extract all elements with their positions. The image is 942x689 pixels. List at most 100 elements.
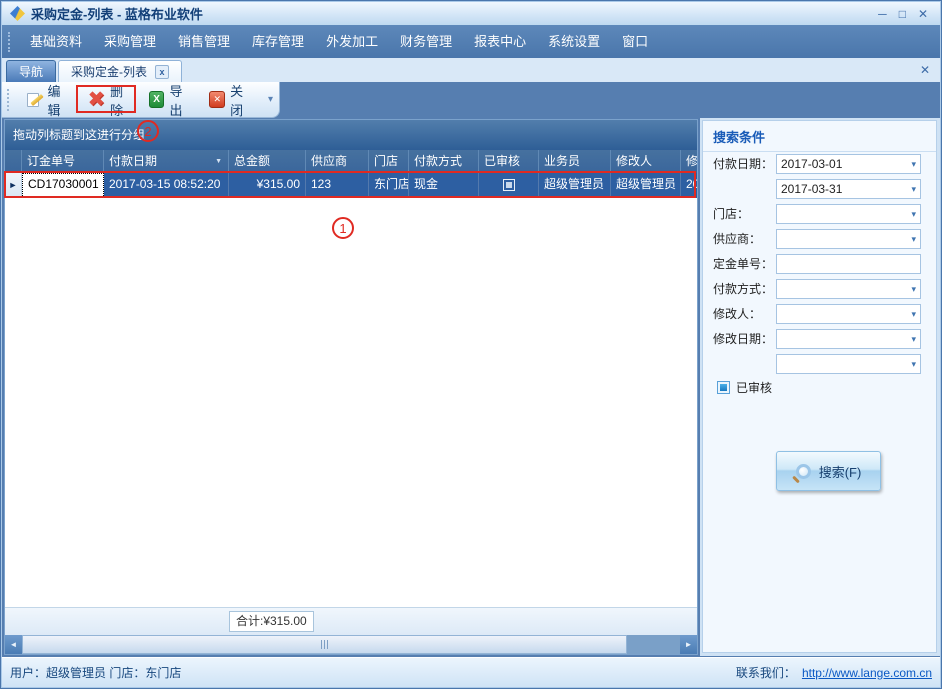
cell-deposit-no[interactable]: CD17030001	[22, 173, 104, 198]
tab-strip: 导航 采购定金-列表 x ✕	[2, 58, 940, 82]
header-indicator	[5, 150, 22, 173]
chevron-down-icon[interactable]: ▾	[911, 205, 916, 223]
contact-label: 联系我们：	[735, 666, 796, 680]
tab-navigation[interactable]: 导航	[6, 60, 56, 82]
audited-filter-checkbox[interactable]	[717, 381, 730, 394]
minimize-button[interactable]: ─	[878, 7, 887, 21]
close-button[interactable]: ✕	[918, 7, 928, 21]
main-area: 拖动列标题到这进行分组 订金单号 付款日期 ▼ 总金额 供应商 门店 付款方式 …	[2, 118, 940, 658]
cell-store[interactable]: 东门店	[369, 173, 409, 198]
title-bar: 采购定金-列表 - 蓝格布业软件 ─ □ ✕	[2, 2, 940, 25]
store-label: 门店：	[713, 207, 750, 221]
audited-filter[interactable]: 已审核	[717, 379, 772, 396]
pay-method-combo[interactable]: ▾	[776, 279, 921, 299]
row-indicator-icon: ►	[5, 173, 22, 198]
edit-button[interactable]: 编辑	[18, 84, 80, 118]
horizontal-scrollbar[interactable]: ◄ ►	[5, 635, 697, 654]
pay-date-to-value: 2017-03-31	[781, 182, 843, 196]
header-modifier[interactable]: 修改人	[611, 150, 681, 173]
modifier-combo[interactable]: ▾	[776, 304, 921, 324]
modify-date-from-combo[interactable]: ▾	[776, 329, 921, 349]
tab-close-icon[interactable]: x	[155, 64, 169, 79]
chevron-down-icon[interactable]: ▾	[911, 180, 916, 198]
chevron-down-icon[interactable]: ▾	[911, 280, 916, 298]
search-panel-inner: 搜索条件 付款日期： 2017-03-01 ▾ 2017-03-31 ▾ 门店：…	[702, 120, 937, 653]
pay-date-from-combo[interactable]: 2017-03-01 ▾	[776, 154, 921, 174]
menu-sales[interactable]: 销售管理	[167, 25, 241, 58]
website-link[interactable]: http://www.lange.com.cn	[802, 666, 932, 680]
toolbar-row: 编辑 ✖ 删除 X 导出 ✕ 关闭 ▾	[2, 82, 940, 118]
deposit-no-input[interactable]	[776, 254, 921, 274]
supplier-label: 供应商：	[713, 232, 762, 246]
tab-deposit-list[interactable]: 采购定金-列表 x	[58, 60, 182, 82]
header-store[interactable]: 门店	[369, 150, 409, 173]
chevron-down-icon[interactable]: ▾	[911, 230, 916, 248]
header-pay-method[interactable]: 付款方式	[409, 150, 479, 173]
cell-pay-method[interactable]: 现金	[409, 173, 479, 198]
menu-bar: 基础资料 采购管理 销售管理 库存管理 外发加工 财务管理 报表中心 系统设置 …	[2, 25, 940, 58]
cell-salesman[interactable]: 超级管理员	[539, 173, 611, 198]
store-combo[interactable]: ▾	[776, 204, 921, 224]
delete-button-label: 删除	[110, 83, 124, 118]
app-window: 采购定金-列表 - 蓝格布业软件 ─ □ ✕ 基础资料 采购管理 销售管理 库存…	[0, 0, 942, 689]
scroll-right-icon[interactable]: ►	[680, 635, 697, 654]
close-dropdown-caret-icon[interactable]: ▾	[262, 94, 279, 105]
status-user-store: 用户：超级管理员 门店：东门店	[10, 666, 182, 680]
menu-purchase[interactable]: 采购管理	[93, 25, 167, 58]
header-modify-date[interactable]: 修改日期	[681, 150, 697, 173]
supplier-combo[interactable]: ▾	[776, 229, 921, 249]
header-deposit-no[interactable]: 订金单号	[22, 150, 104, 173]
menu-window[interactable]: 窗口	[611, 25, 659, 58]
menu-reports[interactable]: 报表中心	[463, 25, 537, 58]
close-box-icon: ✕	[209, 91, 226, 108]
header-pay-date[interactable]: 付款日期 ▼	[104, 150, 229, 173]
close-tab-button[interactable]: ✕ 关闭	[201, 84, 262, 118]
chevron-down-icon[interactable]: ▾	[911, 355, 916, 373]
group-by-bar[interactable]: 拖动列标题到这进行分组	[5, 120, 697, 150]
delete-x-icon: ✖	[87, 87, 106, 111]
scrollbar-thumb[interactable]	[22, 635, 627, 654]
tabstrip-close-icon[interactable]: ✕	[920, 63, 930, 77]
toolbar-grip	[7, 88, 10, 111]
toolbar: 编辑 ✖ 删除 X 导出 ✕ 关闭 ▾	[2, 82, 280, 118]
status-bar: 用户：超级管理员 门店：东门店 联系我们： http://www.lange.c…	[2, 657, 940, 687]
chevron-down-icon[interactable]: ▾	[911, 330, 916, 348]
delete-button[interactable]: ✖ 删除	[79, 84, 140, 118]
menu-system[interactable]: 系统设置	[537, 25, 611, 58]
app-logo-icon	[10, 6, 25, 21]
sort-desc-icon: ▼	[215, 158, 222, 165]
menu-outsourcing[interactable]: 外发加工	[315, 25, 389, 58]
scroll-left-icon[interactable]: ◄	[5, 635, 22, 654]
deposit-grid-panel: 拖动列标题到这进行分组 订金单号 付款日期 ▼ 总金额 供应商 门店 付款方式 …	[4, 119, 698, 655]
audited-filter-label: 已审核	[736, 381, 773, 395]
modify-date-label: 修改日期：	[713, 332, 774, 346]
grid-header-row: 订金单号 付款日期 ▼ 总金额 供应商 门店 付款方式 已审核 业务员 修改人 …	[5, 150, 697, 173]
header-total[interactable]: 总金额	[229, 150, 306, 173]
menu-basic-data[interactable]: 基础资料	[19, 25, 93, 58]
search-button-label: 搜索(F)	[818, 464, 862, 480]
header-supplier[interactable]: 供应商	[306, 150, 369, 173]
audited-checkbox[interactable]	[502, 179, 515, 191]
maximize-button[interactable]: □	[899, 7, 906, 21]
cell-total[interactable]: ¥315.00	[229, 173, 306, 198]
window-title: 采购定金-列表 - 蓝格布业软件	[31, 7, 203, 22]
search-button[interactable]: 搜索(F)	[776, 451, 881, 491]
chevron-down-icon[interactable]: ▾	[911, 305, 916, 323]
table-row[interactable]: ► CD17030001 2017-03-15 08:52:20 ¥315.00…	[5, 173, 697, 198]
pay-method-label: 付款方式：	[713, 282, 774, 296]
modifier-label: 修改人：	[713, 307, 762, 321]
pay-date-label: 付款日期：	[713, 157, 774, 171]
cell-supplier[interactable]: 123	[306, 173, 369, 198]
cell-modifier[interactable]: 超级管理员	[611, 173, 681, 198]
modify-date-to-combo[interactable]: ▾	[776, 354, 921, 374]
search-panel-title: 搜索条件	[703, 121, 936, 152]
export-button[interactable]: X 导出	[141, 84, 202, 118]
header-salesman[interactable]: 业务员	[539, 150, 611, 173]
menu-inventory[interactable]: 库存管理	[241, 25, 315, 58]
chevron-down-icon[interactable]: ▾	[911, 155, 916, 173]
cell-modify-date[interactable]: 20	[681, 173, 697, 198]
cell-pay-date[interactable]: 2017-03-15 08:52:20	[104, 173, 229, 198]
pay-date-to-combo[interactable]: 2017-03-31 ▾	[776, 179, 921, 199]
header-audited[interactable]: 已审核	[479, 150, 539, 173]
menu-finance[interactable]: 财务管理	[389, 25, 463, 58]
